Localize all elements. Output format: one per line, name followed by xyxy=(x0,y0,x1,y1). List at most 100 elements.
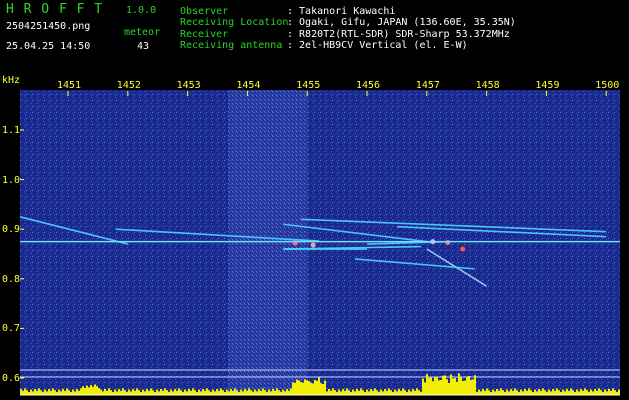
level-column xyxy=(100,389,102,395)
level-column xyxy=(148,390,150,395)
meteor-head xyxy=(445,240,451,246)
y-unit-label: kHz xyxy=(2,75,21,86)
level-column xyxy=(586,390,588,395)
level-column xyxy=(404,390,406,395)
level-column xyxy=(142,389,144,395)
level-column xyxy=(260,390,262,395)
level-column xyxy=(254,389,256,395)
level-column xyxy=(338,389,340,395)
level-column xyxy=(52,388,54,395)
info-value-antenna: : 2el-HB9CV Vertical (el. E-W) xyxy=(287,40,468,51)
level-column xyxy=(174,389,176,395)
level-column xyxy=(108,388,110,395)
level-column xyxy=(446,379,448,395)
level-column xyxy=(136,388,138,395)
level-column xyxy=(496,389,498,395)
level-column xyxy=(282,389,284,395)
level-column xyxy=(240,389,242,395)
level-column xyxy=(292,382,294,395)
level-column xyxy=(234,388,236,395)
level-column xyxy=(172,391,174,395)
level-column xyxy=(346,388,348,395)
level-column xyxy=(544,390,546,395)
info-value-receiver: : R820T2(RTL-SDR) SDR-Sharp 53.372MHz xyxy=(287,29,510,40)
hrofft-window: H R O F F T 1.0.0 2504251450.png meteor … xyxy=(0,0,629,400)
level-column xyxy=(526,390,528,395)
level-column xyxy=(594,389,596,395)
level-column xyxy=(548,389,550,395)
level-column xyxy=(220,388,222,395)
level-column xyxy=(310,382,312,395)
level-column xyxy=(274,390,276,395)
level-column xyxy=(138,390,140,395)
level-column xyxy=(30,389,32,395)
level-column xyxy=(322,384,324,395)
level-column xyxy=(96,386,98,395)
level-column xyxy=(216,389,218,395)
level-column xyxy=(82,386,84,395)
level-column xyxy=(114,389,116,395)
level-column xyxy=(46,391,48,395)
level-column xyxy=(380,389,382,395)
level-column xyxy=(442,375,444,395)
level-column xyxy=(414,390,416,395)
info-value-location: : Ogaki, Gifu, JAPAN (136.60E, 35.35N) xyxy=(287,17,516,28)
level-column xyxy=(396,391,398,395)
level-column xyxy=(332,388,334,395)
level-column xyxy=(512,390,514,395)
level-column xyxy=(426,374,428,395)
level-column xyxy=(542,388,544,395)
y-tick-label: 0.7 xyxy=(2,323,21,335)
level-column xyxy=(528,388,530,395)
level-column xyxy=(68,390,70,395)
level-column xyxy=(566,389,568,395)
level-column xyxy=(400,390,402,395)
level-column xyxy=(92,386,94,395)
level-column xyxy=(230,389,232,395)
level-column xyxy=(454,378,456,395)
meteor-head xyxy=(310,242,316,248)
level-column xyxy=(428,377,430,395)
level-column xyxy=(516,390,518,395)
level-column xyxy=(116,391,118,395)
level-column xyxy=(520,389,522,395)
level-column xyxy=(20,389,22,395)
level-column xyxy=(122,388,124,395)
level-column xyxy=(296,379,298,395)
level-column xyxy=(132,389,134,395)
level-column xyxy=(106,390,108,395)
level-column xyxy=(606,391,608,395)
level-column xyxy=(44,389,46,395)
level-column xyxy=(558,390,560,395)
level-column xyxy=(228,391,230,395)
y-tick-label: 1.1 xyxy=(2,125,21,136)
level-column xyxy=(128,389,130,395)
level-column xyxy=(194,390,196,395)
level-column xyxy=(232,390,234,395)
level-column xyxy=(190,390,192,395)
level-column xyxy=(612,388,614,395)
level-column xyxy=(450,374,452,395)
level-column xyxy=(552,389,554,395)
level-column xyxy=(372,390,374,395)
level-column xyxy=(286,389,288,395)
level-column xyxy=(376,390,378,395)
level-column xyxy=(448,383,450,395)
level-column xyxy=(36,390,38,395)
level-column xyxy=(314,380,316,395)
y-tick-label: 0.6 xyxy=(2,373,21,384)
level-column xyxy=(430,377,432,395)
level-column xyxy=(540,390,542,395)
level-column xyxy=(262,388,264,395)
level-column xyxy=(440,380,442,395)
level-column xyxy=(156,389,158,395)
spectrogram-background xyxy=(20,90,620,395)
level-column xyxy=(158,391,160,395)
level-column xyxy=(144,391,146,395)
level-column xyxy=(78,390,80,395)
level-column xyxy=(468,376,470,395)
level-column xyxy=(300,382,302,395)
meteor-count: 43 xyxy=(137,41,150,52)
level-column xyxy=(202,389,204,395)
y-tick-label: 0.9 xyxy=(2,224,21,236)
